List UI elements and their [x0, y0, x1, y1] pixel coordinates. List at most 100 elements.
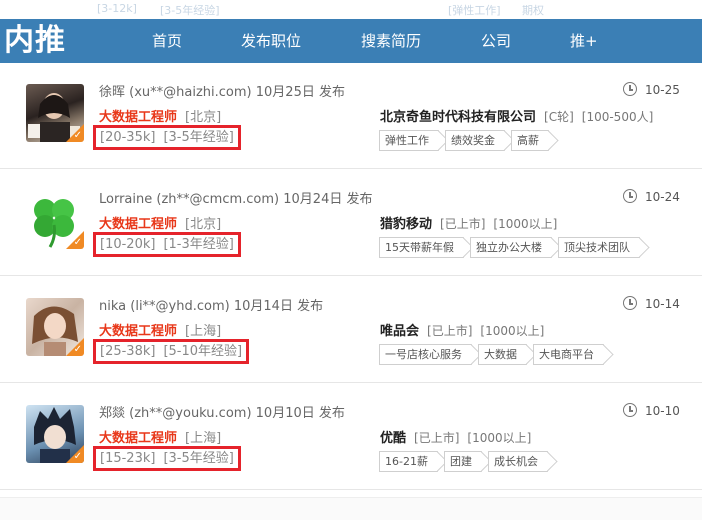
- job-line: 大数据工程师 [北京]: [99, 213, 221, 232]
- salary-range: [10-20k]: [100, 237, 156, 252]
- company-tag[interactable]: 团建: [443, 451, 482, 472]
- post-time: 10月14日 发布: [233, 299, 324, 314]
- job-conditions-highlight: [20-35k] [3-5年经验]: [93, 125, 241, 150]
- post-date: 10-25: [623, 82, 680, 97]
- ghost-text: [弹性工作]: [448, 4, 501, 17]
- job-title-link[interactable]: 大数据工程师: [99, 217, 177, 232]
- job-city: [上海]: [185, 324, 222, 339]
- company-line: 优酷 [已上市] [1000以上]: [380, 427, 531, 446]
- poster-info: 郑燚 (zh**@youku.com) 10月10日 发布: [99, 402, 345, 421]
- poster-name[interactable]: Lorraine: [99, 192, 152, 207]
- poster-avatar[interactable]: ✓: [26, 84, 84, 142]
- company-line: 猎豹移动 [已上市] [1000以上]: [380, 213, 557, 232]
- experience-requirement: [5-10年经验]: [163, 344, 243, 359]
- post-date-text: 10-24: [645, 190, 680, 204]
- company-tag[interactable]: 15天带薪年假: [379, 237, 464, 258]
- company-stage: [已上市]: [427, 324, 473, 338]
- nav-post-job[interactable]: 发布职位: [241, 19, 301, 63]
- company-tags: 15天带薪年假 独立办公大楼 顶尖技术团队: [379, 236, 646, 258]
- check-icon: ✓: [73, 130, 82, 141]
- job-title-link[interactable]: 大数据工程师: [99, 431, 177, 446]
- job-city: [上海]: [185, 431, 222, 446]
- post-time: 10月24日 发布: [283, 192, 373, 207]
- company-tag[interactable]: 成长机会: [487, 451, 548, 472]
- clock-icon: [623, 82, 637, 96]
- company-tag[interactable]: 高薪: [511, 130, 549, 151]
- post-date: 10-14: [623, 296, 680, 311]
- poster-name[interactable]: nika: [99, 299, 126, 314]
- poster-avatar[interactable]: ✓: [26, 405, 84, 463]
- company-size: [1000以上]: [467, 431, 532, 445]
- poster-email: (xu**@haizhi.com): [129, 85, 252, 100]
- scrolled-content-behind-header: [3-12k] [3-5年经验] [弹性工作] 期权: [0, 0, 702, 19]
- company-tag[interactable]: 一号店核心服务: [379, 344, 472, 365]
- company-tag[interactable]: 大数据: [478, 344, 527, 365]
- job-title-link[interactable]: 大数据工程师: [99, 110, 177, 125]
- poster-info: 徐晖 (xu**@haizhi.com) 10月25日 发布: [99, 81, 345, 100]
- poster-name[interactable]: 徐晖: [99, 85, 125, 100]
- clock-icon: [623, 403, 637, 417]
- company-size: [1000以上]: [493, 217, 558, 231]
- company-stage: [已上市]: [440, 217, 486, 231]
- company-name-link[interactable]: 唯品会: [380, 324, 419, 339]
- poster-info: Lorraine (zh**@cmcm.com) 10月24日 发布: [99, 188, 372, 207]
- job-city: [北京]: [185, 110, 222, 125]
- post-time: 10月25日 发布: [255, 85, 345, 100]
- poster-avatar[interactable]: ✓: [26, 298, 84, 356]
- clock-icon: [623, 189, 637, 203]
- company-tag[interactable]: 大电商平台: [533, 344, 604, 365]
- post-time: 10月10日 发布: [255, 406, 345, 421]
- job-title-link[interactable]: 大数据工程师: [99, 324, 177, 339]
- company-tag[interactable]: 独立办公大楼: [470, 237, 552, 258]
- poster-avatar[interactable]: ✓: [26, 191, 84, 249]
- nav-home[interactable]: 首页: [152, 19, 182, 63]
- post-date-text: 10-10: [645, 404, 680, 418]
- ghost-text: [3-5年经验]: [160, 4, 220, 17]
- salary-range: [25-38k]: [100, 344, 156, 359]
- company-tag[interactable]: 顶尖技术团队: [558, 237, 640, 258]
- company-name-link[interactable]: 猎豹移动: [380, 217, 432, 232]
- nav-tui-plus[interactable]: 推+: [570, 19, 598, 63]
- check-icon: ✓: [73, 344, 82, 355]
- company-name-link[interactable]: 北京奇鱼时代科技有限公司: [380, 110, 536, 125]
- company-tags: 16-21薪 团建 成长机会: [379, 450, 554, 472]
- post-date: 10-24: [623, 189, 680, 204]
- salary-range: [20-35k]: [100, 130, 156, 145]
- job-line: 大数据工程师 [上海]: [99, 320, 221, 339]
- experience-requirement: [3-5年经验]: [163, 130, 234, 145]
- job-post-card[interactable]: ✓ Lorraine (zh**@cmcm.com) 10月24日 发布 大数据…: [0, 170, 702, 276]
- post-date-text: 10-25: [645, 83, 680, 97]
- company-size: [100-500人]: [581, 110, 654, 124]
- job-post-card[interactable]: ✓ 徐晖 (xu**@haizhi.com) 10月25日 发布 大数据工程师[…: [0, 63, 702, 169]
- company-tags: 弹性工作 绩效奖金 高薪: [379, 129, 555, 151]
- company-tags: 一号店核心服务 大数据 大电商平台: [379, 343, 610, 365]
- job-post-card[interactable]: ✓ 郑燚 (zh**@youku.com) 10月10日 发布 大数据工程师 [上…: [0, 384, 702, 490]
- nav-company[interactable]: 公司: [481, 19, 511, 63]
- check-icon: ✓: [73, 451, 82, 462]
- experience-requirement: [3-5年经验]: [163, 451, 234, 466]
- job-conditions-highlight: [15-23k] [3-5年经验]: [93, 446, 241, 471]
- poster-name[interactable]: 郑燚: [99, 406, 125, 421]
- company-tag[interactable]: 16-21薪: [379, 451, 438, 472]
- company-stage: [已上市]: [414, 431, 460, 445]
- company-line: 唯品会 [已上市] [1000以上]: [380, 320, 544, 339]
- job-post-card[interactable]: ✓ nika (li**@yhd.com) 10月14日 发布 大数据工程师 [上…: [0, 277, 702, 383]
- nav-search-resume[interactable]: 搜素简历: [361, 19, 421, 63]
- company-size: [1000以上]: [480, 324, 545, 338]
- job-conditions-highlight: [25-38k] [5-10年经验]: [93, 339, 250, 364]
- poster-email: (li**@yhd.com): [130, 299, 230, 314]
- experience-requirement: [1-3年经验]: [163, 237, 234, 252]
- poster-email: (zh**@youku.com): [129, 406, 252, 421]
- ghost-text: 期权: [522, 4, 544, 17]
- check-icon: ✓: [73, 237, 82, 248]
- company-tag[interactable]: 弹性工作: [379, 130, 439, 151]
- job-line: 大数据工程师 [上海]: [99, 427, 221, 446]
- job-city: [北京]: [185, 217, 222, 232]
- site-logo[interactable]: 内推: [4, 19, 66, 63]
- job-line: 大数据工程师 [北京]: [99, 106, 221, 125]
- clock-icon: [623, 296, 637, 310]
- post-date-text: 10-14: [645, 297, 680, 311]
- company-name-link[interactable]: 优酷: [380, 431, 406, 446]
- company-line: 北京奇鱼时代科技有限公司 [C轮] [100-500人]: [380, 106, 653, 125]
- company-tag[interactable]: 绩效奖金: [445, 130, 505, 151]
